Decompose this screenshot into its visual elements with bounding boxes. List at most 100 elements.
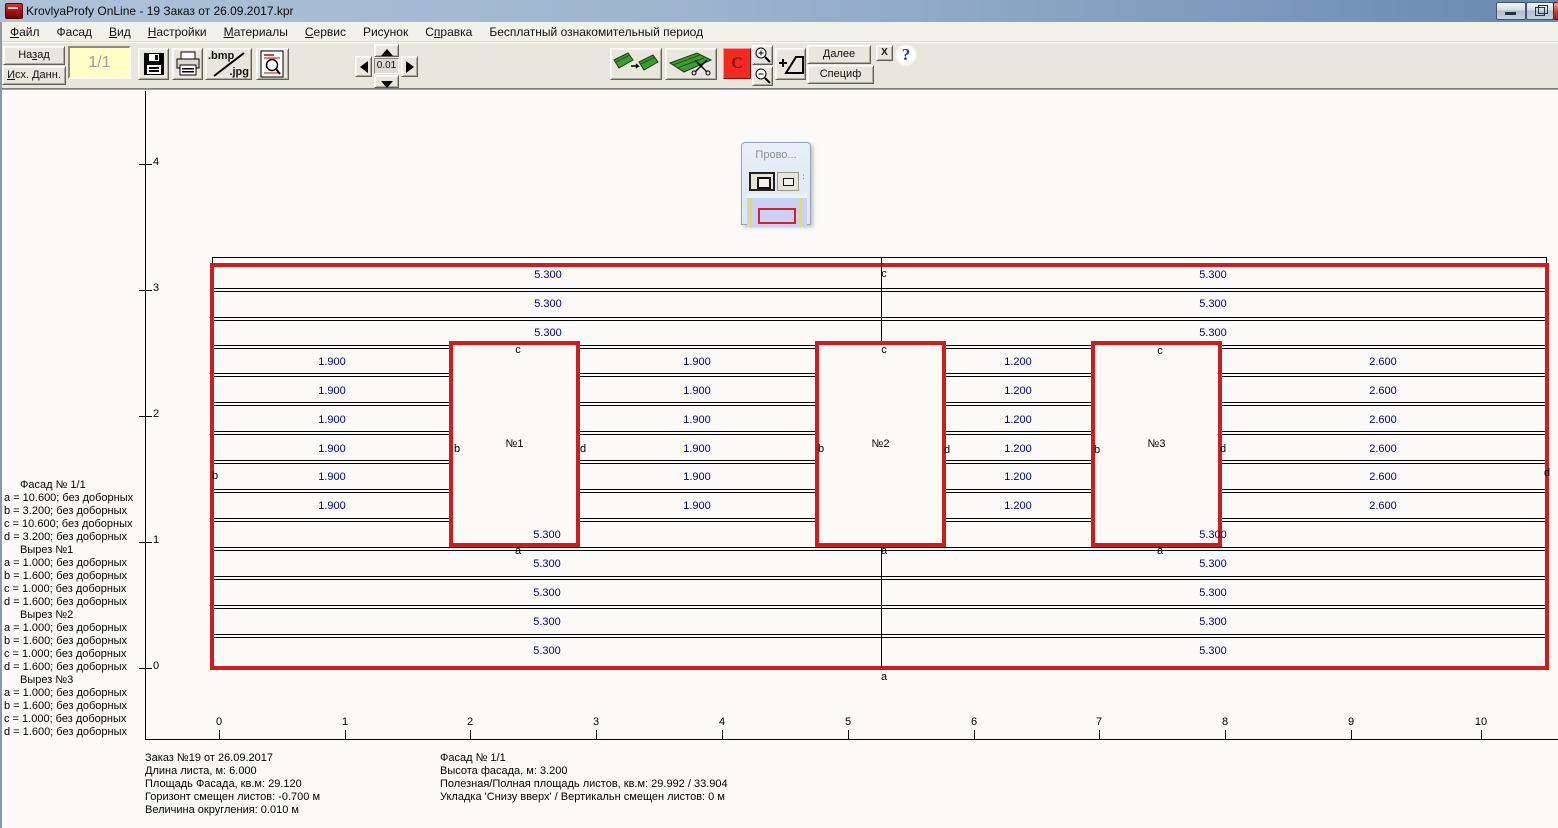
x-axis-tick-label: 6 <box>966 716 982 728</box>
dim-label: 1.900 <box>683 385 711 397</box>
x-axis-tick-label: 4 <box>714 716 730 728</box>
dim-label: 5.300 <box>533 558 561 570</box>
x-axis-tick-label: 8 <box>1217 716 1233 728</box>
dim-label: 1.900 <box>318 385 346 397</box>
dim-label: 5.300 <box>533 616 561 628</box>
cutout-2[interactable]: №2 <box>815 341 946 547</box>
palette-preview <box>747 194 807 227</box>
dim-label: 1.900 <box>318 500 346 512</box>
status-line: Площадь Фасада, кв.м: 29.120 <box>145 778 320 791</box>
cutout-label: №1 <box>506 438 524 450</box>
dim-label: 2.600 <box>1369 443 1397 455</box>
cutout-label: №3 <box>1148 438 1166 450</box>
x-axis-tick-label: 0 <box>211 716 227 728</box>
dimension-list-item: c = 1.000; без доборных <box>4 583 133 596</box>
dim-label: 5.300 <box>534 298 562 310</box>
dim-label: 5.300 <box>1199 327 1227 339</box>
y-axis-tick <box>139 542 152 543</box>
dimension-list-item: a = 1.000; без доборных <box>4 557 133 570</box>
status-line: Горизонт смещен листов: -0.700 м <box>145 791 320 804</box>
palette-more-handle[interactable]: : <box>801 172 806 191</box>
dimension-list-item: b = 1.600; без доборных <box>4 635 133 648</box>
dim-label: 1.900 <box>318 356 346 368</box>
dim-label: 1.200 <box>1004 443 1032 455</box>
x-axis-tick-label: 9 <box>1343 716 1359 728</box>
sheet-mode-icon <box>783 178 794 186</box>
dim-label: 5.300 <box>1199 587 1227 599</box>
dim-label: 5.300 <box>533 529 561 541</box>
palette-title: Прово... <box>742 149 810 161</box>
dimension-list-header: Вырез №2 <box>4 609 133 622</box>
status-line: Длина листа, м: 6.000 <box>145 765 320 778</box>
dim-label: 5.300 <box>1199 645 1227 657</box>
y-axis-tick-label: 4 <box>153 156 159 168</box>
palette-mode-1-button[interactable] <box>749 172 775 191</box>
palette-mode-2-button[interactable] <box>777 172 799 191</box>
x-axis-tick-label: 5 <box>840 716 856 728</box>
x-axis-tick-label: 7 <box>1091 716 1107 728</box>
ref-letter: b <box>212 470 218 482</box>
dimension-list-item: d = 1.600; без доборных <box>4 726 133 739</box>
ref-letter: b <box>454 443 460 455</box>
y-axis-line <box>145 91 146 739</box>
dim-label: 1.900 <box>683 500 711 512</box>
status-line: Полезная/Полная площадь листов, кв.м: 29… <box>440 778 728 791</box>
x-axis-tick <box>1351 730 1352 739</box>
preview-selection-rect <box>758 208 796 224</box>
y-axis-tick-label: 0 <box>153 660 159 672</box>
dim-label: 2.600 <box>1369 414 1397 426</box>
x-axis-tick-label: 10 <box>1473 716 1489 728</box>
layout-palette-window[interactable]: Прово... : <box>741 142 811 225</box>
status-line: Укладка 'Снизу вверх' / Вертикальн смеще… <box>440 791 728 804</box>
dimension-list-item: a = 1.000; без доборных <box>4 622 133 635</box>
dimension-list-item: b = 1.600; без доборных <box>4 700 133 713</box>
dim-label: 5.300 <box>533 587 561 599</box>
x-axis-tick <box>345 730 346 739</box>
dim-label: 1.200 <box>1004 471 1032 483</box>
dim-label: 2.600 <box>1369 471 1397 483</box>
ref-letter: c <box>881 344 887 356</box>
x-axis-tick-label: 3 <box>588 716 604 728</box>
ref-letter: d <box>944 444 950 456</box>
dimension-list-item: d = 3.200; без доборных <box>4 531 133 544</box>
ref-letter: c <box>1157 345 1163 357</box>
dim-label: 1.900 <box>318 443 346 455</box>
dim-label: 1.900 <box>683 443 711 455</box>
dim-label: 1.200 <box>1004 500 1032 512</box>
sheet-cap-line <box>212 257 1547 258</box>
application-window: KrovlyaProfy OnLine - 19 Заказ от 26.09.… <box>0 0 1558 828</box>
x-axis-tick <box>596 730 597 739</box>
dimension-list-item: b = 3.200; без доборных <box>4 505 133 518</box>
dim-label: 5.300 <box>1199 298 1227 310</box>
status-line: Фасад № 1/1 <box>440 752 728 765</box>
y-axis-tick <box>139 416 152 417</box>
dim-label: 5.300 <box>1199 558 1227 570</box>
dimension-list-item: a = 10.600; без доборных <box>4 492 133 505</box>
facade-drawing-canvas[interactable]: 43210012345678910№1№2№35.3005.3005.3005.… <box>0 0 1558 828</box>
status-line: Заказ №19 от 26.09.2017 <box>145 752 320 765</box>
ref-letter: a <box>881 671 887 683</box>
dim-label: 1.900 <box>318 471 346 483</box>
dim-label: 5.300 <box>534 327 562 339</box>
x-axis-line <box>145 739 1558 740</box>
dimension-list-item: d = 1.600; без доборных <box>4 661 133 674</box>
dim-label: 1.900 <box>683 471 711 483</box>
ref-letter: a <box>1157 545 1163 557</box>
dim-label: 1.200 <box>1004 385 1032 397</box>
cutout-1[interactable]: №1 <box>449 341 580 547</box>
y-axis-tick-label: 1 <box>153 534 159 546</box>
cutout-3[interactable]: №3 <box>1091 341 1222 547</box>
ref-letter: c <box>515 344 521 356</box>
ref-letter: a <box>515 545 521 557</box>
ref-letter: b <box>818 443 824 455</box>
x-axis-tick <box>722 730 723 739</box>
status-line: Величина округления: 0.010 м <box>145 804 320 817</box>
y-axis-tick <box>139 164 152 165</box>
dimension-list: Фасад № 1/1a = 10.600; без доборныхb = 3… <box>4 479 133 739</box>
y-axis-tick-label: 3 <box>153 282 159 294</box>
x-axis-tick <box>1099 730 1100 739</box>
ref-letter: c <box>881 268 887 280</box>
x-axis-tick-label: 1 <box>337 716 353 728</box>
x-axis-tick <box>848 730 849 739</box>
dim-label: 1.900 <box>318 414 346 426</box>
